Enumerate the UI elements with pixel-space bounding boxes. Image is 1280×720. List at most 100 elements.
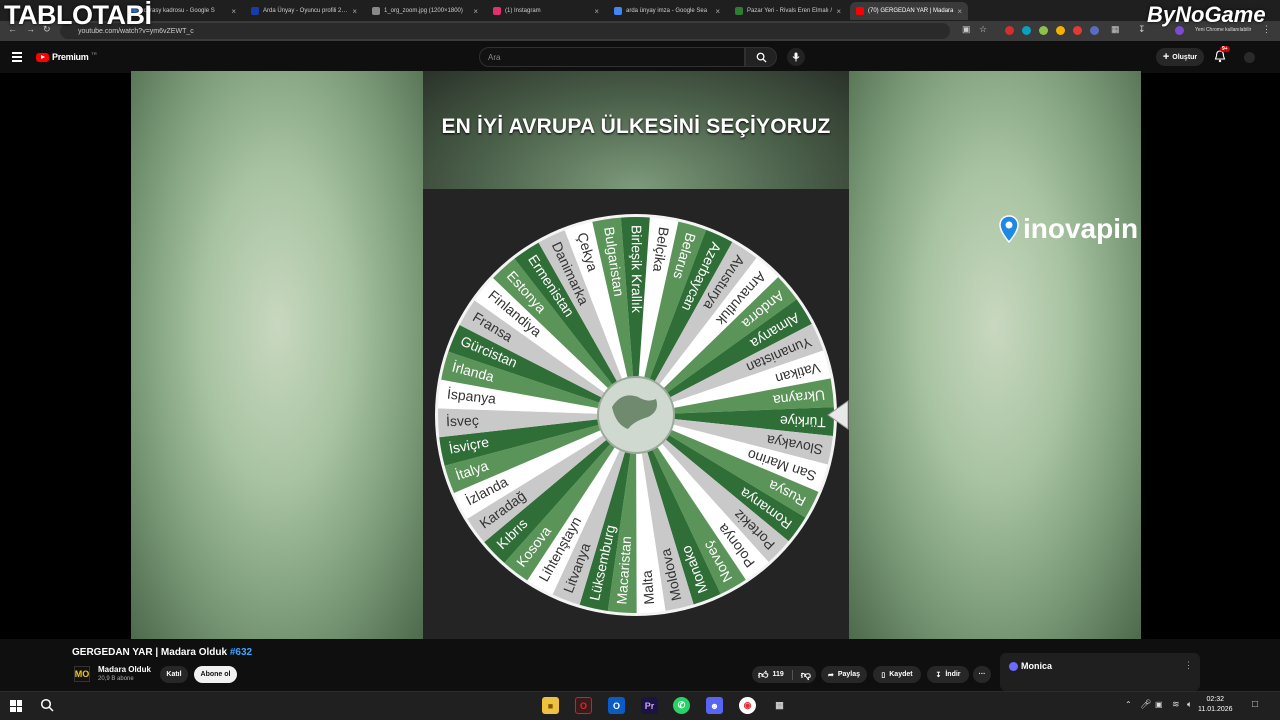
tray-battery-icon[interactable]: ▣ [1155,700,1163,709]
tab-close-icon[interactable]: × [352,7,357,16]
wheel-country-label: İsveç [446,411,479,429]
youtube-logo[interactable]: Premium TR [36,50,97,62]
video-frame: EN İYİ AVRUPA ÜLKESİNİ SEÇİYORUZ Belçika… [423,71,849,639]
tab-close-icon[interactable]: × [715,7,720,16]
windows-start-icon[interactable] [10,700,22,712]
search-button[interactable] [745,47,777,67]
taskbar-search-icon[interactable] [40,698,54,717]
extension-icon[interactable] [1039,26,1048,35]
download-arrow-icon: ↧ [935,671,942,679]
region-badge: TR [91,50,97,56]
wheel-country-label: Malta [639,570,658,606]
join-label: Katıl [166,671,182,678]
browser-tab[interactable]: (70) GERGEDAN YAR | Madara × [850,2,968,20]
hashtag-link[interactable]: #632 [230,647,252,658]
thumbs-up-icon[interactable]: 👍︎ [758,669,768,681]
file-explorer-icon[interactable]: ■ [542,697,559,714]
browser-tab[interactable]: Arda Ünyay - Oyuncu profili 2… × [245,2,363,20]
save-label: Kaydet [889,671,913,678]
tray-mic-icon[interactable]: 🎤︎ [1140,699,1151,710]
taskbar-clock[interactable]: 02:32 11.01.2026 [1198,695,1233,715]
video-player[interactable]: EN İYİ AVRUPA ÜLKESİNİ SEÇİYORUZ Belçika… [131,71,1141,639]
tray-chevron-icon[interactable]: ⌃ [1125,700,1132,709]
share-arrow-icon: ➦ [827,671,834,679]
tab-title: Arda Ünyay - Oyuncu profili 2… [263,8,348,14]
extensions-puzzle-icon[interactable]: ▦ [1111,24,1120,35]
like-count[interactable]: 119 [772,671,783,678]
more-actions-button[interactable]: ··· [973,666,991,683]
bookmark-star-icon[interactable]: ☆ [979,24,987,35]
tab-close-icon[interactable]: × [473,7,478,16]
browser-tab[interactable]: (1) Instagram × [487,2,605,20]
plus-icon: + [1162,51,1170,63]
share-button[interactable]: ➦ Paylaş [821,666,867,683]
youtube-play-icon [36,52,49,62]
monica-menu-icon[interactable]: ⋮ [1184,660,1193,671]
premiere-pro-icon[interactable]: Pr [641,697,658,714]
tab-close-icon[interactable]: × [231,7,236,16]
voice-search-button[interactable] [787,48,805,66]
divider [791,669,793,680]
sponsor-watermark: inovapin [999,213,1138,245]
monica-panel[interactable]: Monica ⋮ [1000,653,1200,691]
notification-center-icon[interactable]: □ [1252,699,1258,710]
tab-title: Pazar Yeri - Rivals Eren Elmalı / [747,8,833,14]
subscriber-count: 20,9 B abone [98,676,134,682]
hamburger-menu-icon[interactable] [12,52,22,62]
notifications-button[interactable]: 9+ [1214,46,1230,68]
opera-icon[interactable]: O [575,697,592,714]
extension-icon[interactable] [1005,26,1014,35]
subscribe-button[interactable]: Abone ol [194,666,237,683]
tab-close-icon[interactable]: × [836,7,841,16]
discord-icon[interactable]: ☻ [706,697,723,714]
join-button[interactable]: Katıl [160,666,188,683]
tab-close-icon[interactable]: × [594,7,599,16]
like-dislike-group: 👍︎ 119 👎︎ [752,666,816,683]
more-dots-icon: ··· [978,671,986,678]
browser-tab[interactable]: arda ünyay imza - Google Sea × [608,2,726,20]
extension-icon[interactable] [1022,26,1031,35]
video-blurred-left [131,71,423,639]
search-icon [756,52,767,63]
thumbs-down-icon[interactable]: 👎︎ [801,669,811,681]
download-icon[interactable]: ↧ [1138,24,1146,35]
browser-tab[interactable]: Pazar Yeri - Rivals Eren Elmalı / × [729,2,847,20]
stream-logo-right: ByNoGame [1147,2,1266,27]
tab-title: ıcarasy kadrosu - Google S [142,8,215,14]
browser-tab[interactable]: 1_org_zoom.jpg (1200×1800) × [366,2,484,20]
windows-taskbar [0,691,1280,720]
tab-favicon-icon [372,7,380,15]
spin-wheel: BelçikaBelarusAzerbaycanAvusturyaArnavut… [435,214,849,616]
extension-icon[interactable] [1056,26,1065,35]
chrome-icon[interactable]: ◉ [739,697,756,714]
save-button[interactable]: ▯ Kaydet [873,666,921,683]
apps-grid-icon[interactable]: ▦ [771,697,788,714]
tab-close-icon[interactable]: × [957,7,962,16]
create-button[interactable]: + Oluştur [1156,48,1204,66]
notification-count-badge: 9+ [1220,46,1230,52]
search-input[interactable]: Ara [479,47,745,67]
channel-avatar[interactable]: MO [74,666,90,682]
search-placeholder: Ara [488,52,501,62]
extension-icon[interactable] [1073,26,1082,35]
account-avatar[interactable] [1244,52,1255,63]
whatsapp-icon[interactable]: ✆ [673,697,690,714]
channel-name[interactable]: Madara Olduk [98,665,151,674]
tray-volume-icon[interactable]: 🔈︎ [1187,699,1192,710]
tab-favicon-icon [614,7,622,15]
youtube-logo-text: Premium [52,52,89,62]
download-label: İndir [945,671,961,678]
url-field[interactable]: youtube.com/watch?v=ym6vZEWT_c [60,23,950,39]
video-title: GERGEDAN YAR | Madara Olduk #632 [72,647,252,658]
subscribe-label: Abone ol [200,671,231,678]
outlook-icon[interactable]: O [608,697,625,714]
sponsor-text: inovapin [1023,213,1139,244]
bookmark-icon: ▯ [881,671,886,679]
stream-logo-left: TABLOTABİ [4,0,152,30]
extension-icon[interactable] [1090,26,1099,35]
tray-wifi-icon[interactable]: ≋ [1172,699,1180,710]
create-label: Oluştur [1172,53,1198,61]
download-button[interactable]: ↧ İndir [927,666,969,683]
share-label: Paylaş [837,671,861,678]
cast-icon[interactable]: ▣ [962,24,971,35]
